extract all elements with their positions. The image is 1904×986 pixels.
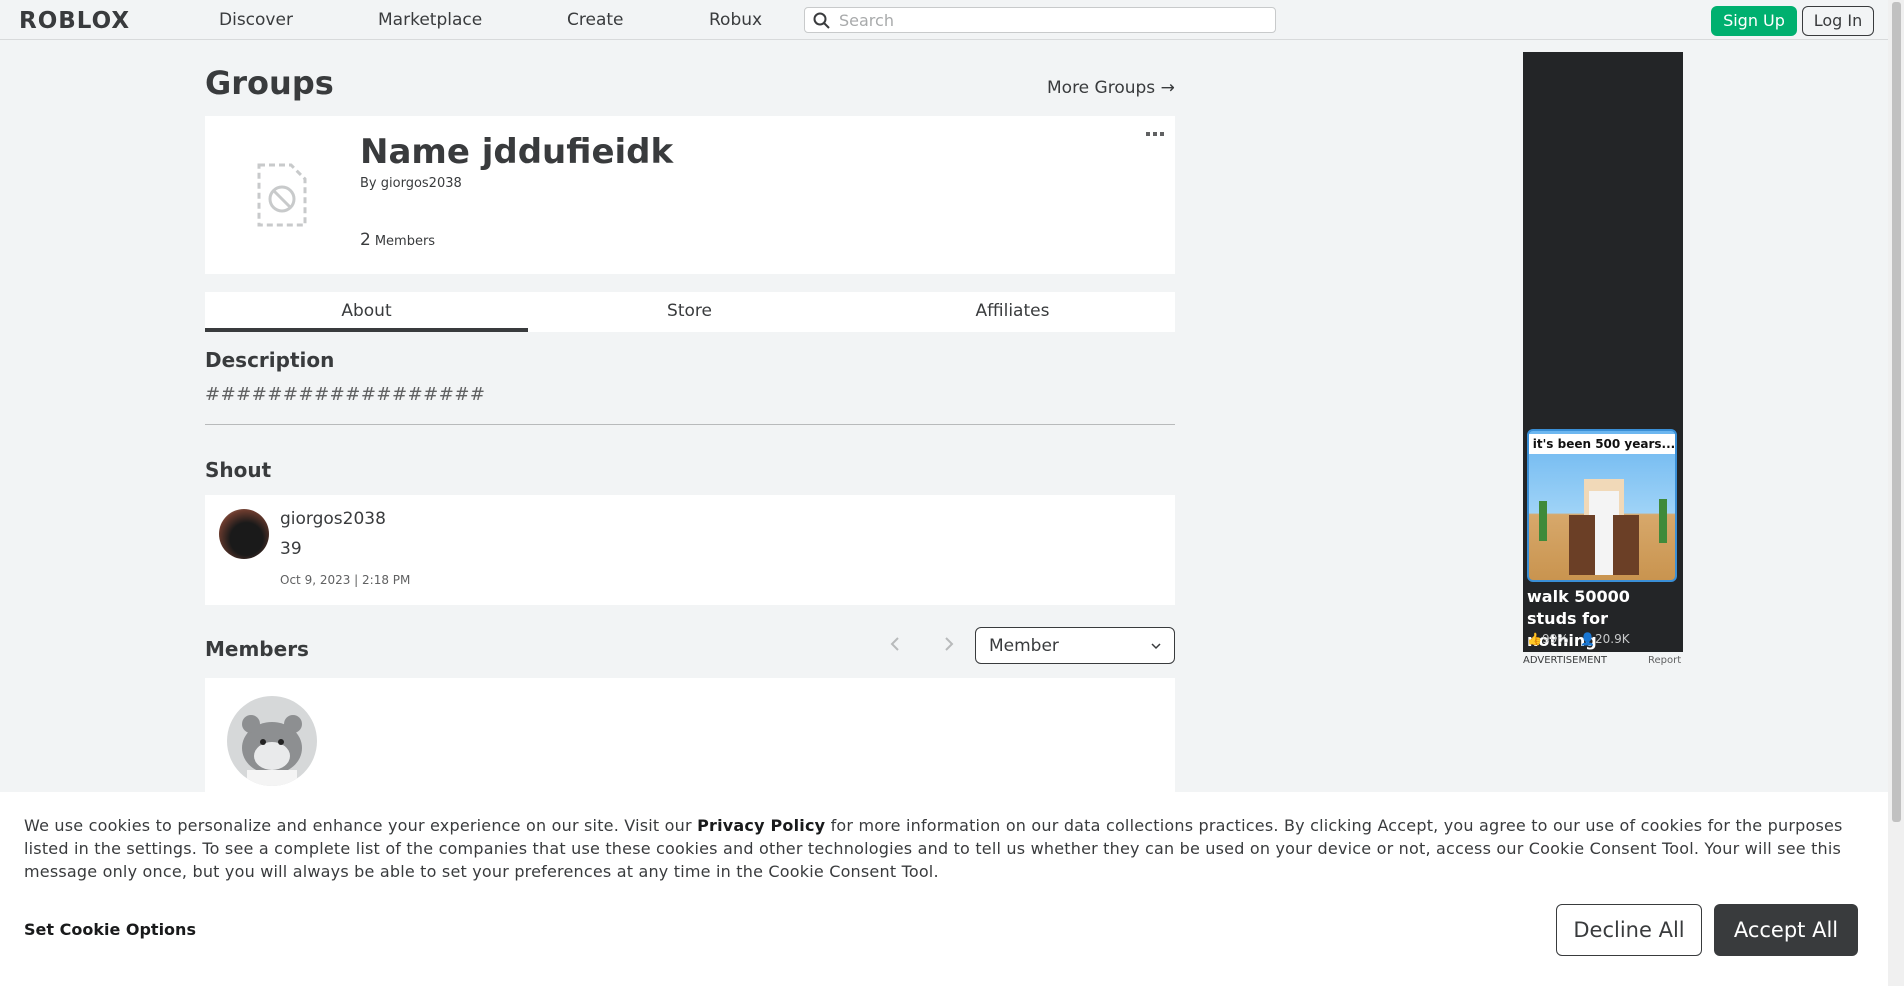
page-title: Groups bbox=[205, 64, 334, 102]
ad-label: ADVERTISEMENT bbox=[1523, 655, 1608, 666]
scrollbar-thumb[interactable] bbox=[1892, 2, 1901, 822]
signup-button[interactable]: Sign Up bbox=[1711, 6, 1797, 36]
login-button[interactable]: Log In bbox=[1802, 6, 1874, 36]
ad-rating: 99% bbox=[1541, 632, 1569, 646]
hamster-avatar-icon bbox=[242, 715, 302, 786]
nav-create[interactable]: Create bbox=[567, 10, 624, 30]
avatar[interactable] bbox=[219, 509, 269, 559]
tab-store[interactable]: Store bbox=[528, 292, 851, 332]
shout-date: Oct 9, 2023 | 2:18 PM bbox=[280, 573, 411, 587]
group-placeholder-icon bbox=[257, 163, 307, 227]
nav-discover[interactable]: Discover bbox=[219, 10, 293, 30]
member-avatar[interactable] bbox=[227, 696, 317, 786]
chevron-down-icon bbox=[1151, 643, 1161, 650]
group-by-prefix: By bbox=[360, 176, 377, 191]
description-heading: Description bbox=[205, 348, 335, 372]
set-cookie-options-link[interactable]: Set Cookie Options bbox=[24, 920, 196, 939]
member-count-value: 2 bbox=[360, 230, 371, 250]
search-box bbox=[804, 7, 1276, 33]
ad-thumbnail[interactable]: it's been 500 years... bbox=[1527, 429, 1677, 582]
members-heading: Members bbox=[205, 637, 309, 661]
shout-card: giorgos2038 39 Oct 9, 2023 | 2:18 PM bbox=[205, 495, 1175, 605]
more-groups-link[interactable]: More Groups → bbox=[1047, 78, 1175, 98]
description-text: ################## bbox=[205, 384, 486, 405]
decline-all-button[interactable]: Decline All bbox=[1556, 904, 1702, 956]
ad-stats: 👍99% 👤20.9K bbox=[1527, 632, 1630, 646]
search-icon bbox=[813, 12, 830, 29]
thumbs-up-icon: 👍 bbox=[1527, 632, 1542, 646]
shout-body: 39 bbox=[280, 539, 302, 559]
ad-players: 20.9K bbox=[1595, 632, 1630, 646]
cookie-banner: We use cookies to personalize and enhanc… bbox=[0, 792, 1888, 986]
nav-robux[interactable]: Robux bbox=[709, 10, 762, 30]
role-select[interactable]: Member bbox=[975, 627, 1175, 664]
chevron-right-icon[interactable] bbox=[938, 634, 958, 654]
ad-report-link[interactable]: Report bbox=[1648, 655, 1681, 666]
privacy-policy-link[interactable]: Privacy Policy bbox=[697, 816, 825, 835]
shout-username[interactable]: giorgos2038 bbox=[280, 509, 386, 529]
tab-about[interactable]: About bbox=[205, 292, 528, 332]
cookie-text: We use cookies to personalize and enhanc… bbox=[24, 814, 1884, 883]
member-count-label: Members bbox=[374, 234, 436, 249]
group-owner-link[interactable]: giorgos2038 bbox=[381, 176, 462, 191]
group-owner-line: By giorgos2038 bbox=[360, 176, 462, 191]
tab-affiliates[interactable]: Affiliates bbox=[851, 292, 1174, 332]
players-icon: 👤 bbox=[1580, 632, 1596, 646]
chevron-left-icon[interactable] bbox=[886, 634, 906, 654]
search-input[interactable] bbox=[839, 10, 1259, 30]
accept-all-button[interactable]: Accept All bbox=[1714, 904, 1858, 956]
group-name: Name jddufieidk bbox=[360, 132, 674, 172]
roblox-logo[interactable]: ROBLOX bbox=[19, 8, 130, 34]
group-member-count: 2 Members bbox=[360, 230, 435, 250]
cookie-text-before: We use cookies to personalize and enhanc… bbox=[24, 816, 698, 835]
members-card bbox=[205, 678, 1175, 798]
divider bbox=[205, 424, 1175, 425]
role-select-value: Member bbox=[989, 636, 1059, 656]
more-options-icon[interactable] bbox=[1145, 130, 1165, 138]
nav-marketplace[interactable]: Marketplace bbox=[378, 10, 482, 30]
top-nav: ROBLOX Discover Marketplace Create Robux… bbox=[0, 0, 1888, 40]
group-tabs: About Store Affiliates bbox=[205, 292, 1175, 332]
shout-heading: Shout bbox=[205, 458, 272, 482]
ad-character-image bbox=[1539, 479, 1667, 575]
scrollbar[interactable] bbox=[1888, 0, 1904, 986]
group-header-card: Name jddufieidk By giorgos2038 2 Members bbox=[205, 116, 1175, 274]
advertisement[interactable]: it's been 500 years... walk 50000 studs … bbox=[1523, 52, 1683, 652]
